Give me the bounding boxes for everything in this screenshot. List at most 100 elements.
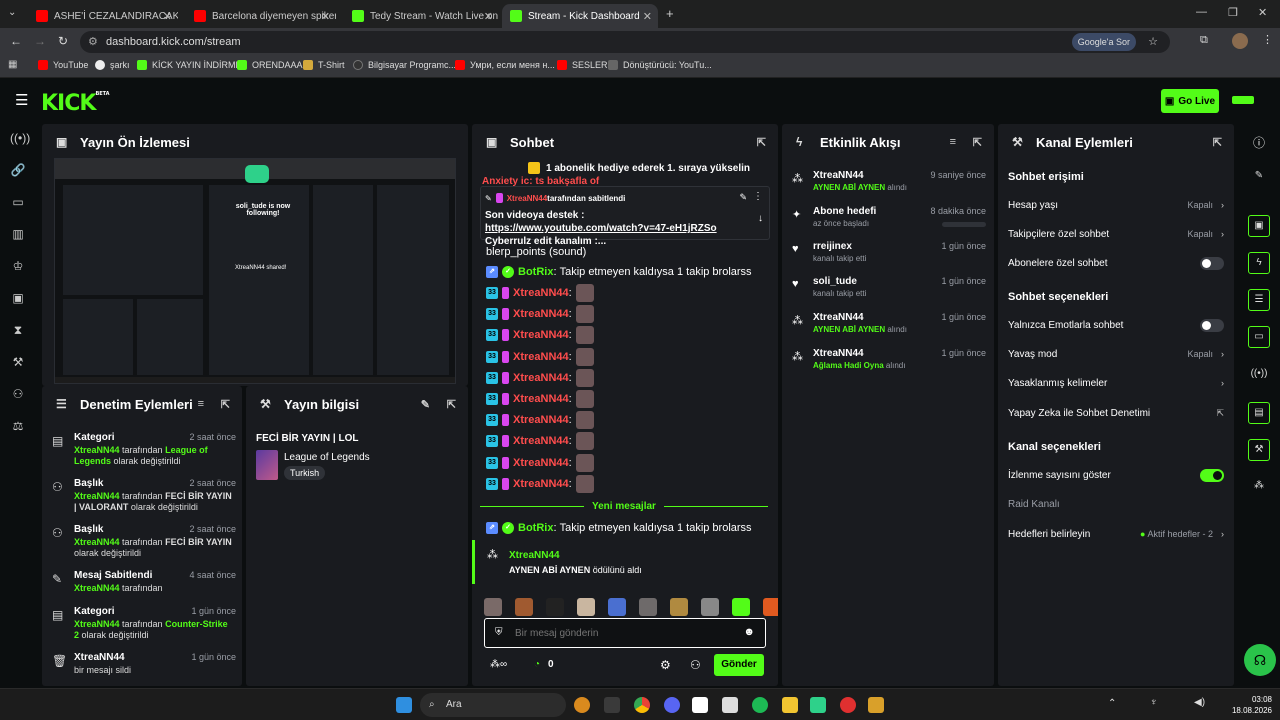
stream-icon[interactable]: ((•)): [10, 130, 30, 146]
bookmark-sesler[interactable]: SESLER: [557, 60, 608, 70]
reload-icon[interactable]: ↻: [58, 34, 68, 48]
user-avatar[interactable]: [1232, 96, 1254, 104]
chat-username[interactable]: XtreaNN44: [513, 457, 569, 469]
wrench-icon[interactable]: ⚒: [10, 354, 26, 370]
send-button[interactable]: Gönder: [714, 654, 764, 676]
minimize-icon[interactable]: —: [1196, 6, 1207, 18]
hamburger-menu-icon[interactable]: ☰: [15, 91, 28, 109]
store-icon[interactable]: [722, 697, 738, 713]
bookmark-kick-download[interactable]: KİCK YAYIN İNDİRME: [137, 60, 242, 70]
trophy-icon[interactable]: ♔: [10, 258, 26, 274]
lightning-layout-icon[interactable]: ϟ: [1248, 252, 1270, 274]
unpin-icon[interactable]: ✎: [739, 192, 747, 203]
subs-only-toggle[interactable]: [1200, 257, 1224, 270]
bookmark-youtube[interactable]: YouTube: [38, 60, 88, 70]
browser-tab-3[interactable]: Tedy Stream - Watch Live on Ki ✕: [344, 4, 499, 28]
volume-icon[interactable]: ◀): [1194, 697, 1205, 708]
kick-logo[interactable]: KICKBETA: [41, 91, 110, 116]
filter-icon[interactable]: ≡: [950, 136, 956, 148]
chat-username[interactable]: XtreaNN44: [513, 308, 569, 320]
browser-tab-1[interactable]: ASHE'İ CEZALANDIRACAKMIŞ 😂✕: [28, 4, 178, 28]
close-icon[interactable]: ✕: [321, 10, 330, 23]
set-goals-setting[interactable]: Hedefleri belirleyin ● Aktif hedefler - 2…: [1008, 526, 1224, 542]
emoji-icon[interactable]: ☻: [743, 626, 755, 638]
gift-subs-banner[interactable]: 1 abonelik hediye ederek 1. sıraya yükse…: [528, 162, 750, 174]
chat-input-box[interactable]: ⛨ ☻: [484, 618, 766, 648]
chat-username[interactable]: XtreaNN44: [513, 351, 569, 363]
show-viewers-toggle[interactable]: [1200, 469, 1224, 482]
emote-icon[interactable]: [577, 598, 595, 616]
browser-tab-2[interactable]: Barcelona diyemeyen spikerin d✕: [186, 4, 336, 28]
chat-username[interactable]: BotRix: [518, 522, 553, 534]
extensions-icon[interactable]: ⧉: [1200, 34, 1208, 47]
chat-username[interactable]: XtreaNN44: [513, 478, 569, 490]
bookmark-sarki[interactable]: şarkı: [95, 60, 130, 70]
site-info-icon[interactable]: ⚙: [88, 31, 98, 53]
maximize-icon[interactable]: ❐: [1228, 6, 1238, 19]
bookmark-russian[interactable]: Умри, если меня н...: [455, 60, 555, 70]
collapse-icon[interactable]: ↓: [758, 213, 763, 224]
emote-icon[interactable]: [484, 598, 502, 616]
filter-icon[interactable]: ≡: [198, 398, 204, 410]
window-close-icon[interactable]: ✕: [1258, 6, 1267, 19]
chrome-icon[interactable]: [634, 697, 650, 713]
banned-words-setting[interactable]: Yasaklanmış kelimeler ›: [1008, 375, 1224, 391]
mod-user[interactable]: XtreaNN44: [74, 445, 120, 455]
followers-only-setting[interactable]: Takipçilere özel sohbet Kapalı ›: [1008, 226, 1224, 242]
emote-icon[interactable]: [639, 598, 657, 616]
network-icon[interactable]: ♆: [1150, 697, 1158, 708]
info-icon[interactable]: ⓘ: [1253, 134, 1265, 151]
browser-menu-icon[interactable]: ⋮: [1262, 33, 1273, 46]
stream-preview-video[interactable]: soli_tude is now following! XtreaNN44 sh…: [54, 158, 456, 384]
chat-input[interactable]: [515, 625, 735, 641]
stream-layout-icon[interactable]: ((•)): [1248, 364, 1270, 386]
forward-icon[interactable]: →: [34, 34, 46, 48]
chat-username[interactable]: XtreaNN44: [513, 393, 569, 405]
emote-icon[interactable]: [701, 598, 719, 616]
close-icon[interactable]: ✕: [484, 10, 493, 23]
wrench-layout-icon[interactable]: ⚒: [1248, 439, 1270, 461]
support-headset-icon[interactable]: ☊: [1244, 644, 1276, 676]
chart-icon[interactable]: ⧗: [10, 322, 26, 338]
clock[interactable]: 03:08 18.08.2026: [1222, 694, 1272, 716]
window-icon[interactable]: ▭: [10, 194, 26, 210]
taskbar-search[interactable]: ⌕ Ara: [420, 693, 566, 717]
url-input[interactable]: ⚙ dashboard.kick.com/stream Google'a Sor…: [80, 31, 1170, 53]
kick-points-layout-icon[interactable]: ⁂: [1248, 476, 1270, 498]
browser-tab-4[interactable]: Stream - Kick Dashboard ✕: [502, 4, 658, 28]
bookmark-converter[interactable]: Dönüştürücü: YouTu...: [608, 60, 712, 70]
profile-avatar[interactable]: [1232, 33, 1248, 49]
emote-icon[interactable]: [546, 598, 564, 616]
chat-layout-icon[interactable]: ▭: [1248, 326, 1270, 348]
bookmark-orendaaa[interactable]: ORENDAAA: [237, 60, 303, 70]
mod-user[interactable]: XtreaNN44: [74, 491, 120, 501]
emote-icon[interactable]: [732, 598, 750, 616]
windows-start-icon[interactable]: [396, 697, 412, 713]
popout-icon[interactable]: ⇱: [973, 136, 982, 149]
app-icon[interactable]: [840, 697, 856, 713]
new-messages-label[interactable]: Yeni mesajlar: [584, 501, 664, 512]
chat-username[interactable]: XtreaNN44: [513, 329, 569, 341]
edit-icon[interactable]: ✎: [1248, 166, 1270, 188]
capcut-icon[interactable]: [692, 697, 708, 713]
account-age-setting[interactable]: Hesap yaşı Kapalı ›: [1008, 197, 1224, 213]
bookmark-star-icon[interactable]: ☆: [1148, 31, 1158, 53]
reward-user[interactable]: XtreaNN44: [509, 550, 560, 561]
chat-username[interactable]: XtreaNN44: [513, 372, 569, 384]
new-tab-icon[interactable]: +: [666, 6, 674, 21]
close-icon[interactable]: ✕: [643, 10, 652, 23]
more-options-icon[interactable]: ⋮: [753, 191, 763, 202]
tab-search-icon[interactable]: ⌄: [8, 7, 16, 18]
back-icon[interactable]: ←: [10, 34, 22, 48]
chat-username[interactable]: XtreaNN44: [513, 287, 569, 299]
mod-icon[interactable]: ⚖: [10, 418, 26, 434]
analytics-icon[interactable]: ▥: [10, 226, 26, 242]
app-icon[interactable]: [604, 697, 620, 713]
emote-only-toggle[interactable]: [1200, 319, 1224, 332]
app-icon[interactable]: [574, 697, 590, 713]
bookmark-programming[interactable]: Bilgisayar Programc...: [353, 60, 456, 70]
go-live-button[interactable]: ▣ Go Live: [1161, 89, 1219, 113]
bookmark-tshirt[interactable]: T-Shirt: [303, 60, 345, 70]
video-layout-icon[interactable]: ▤: [1248, 402, 1270, 424]
discord-icon[interactable]: [664, 697, 680, 713]
